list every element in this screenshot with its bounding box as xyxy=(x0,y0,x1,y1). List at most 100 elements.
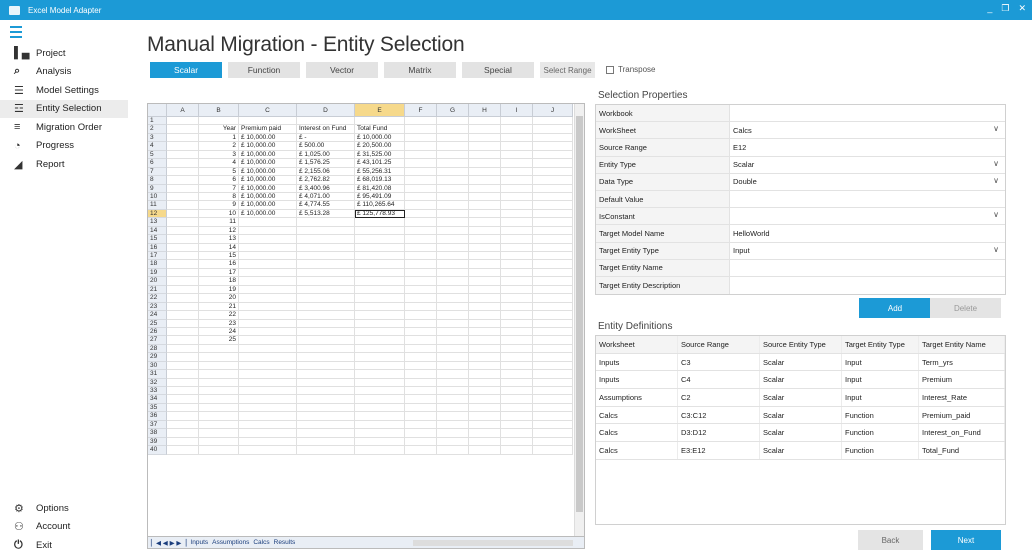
sheet-cell[interactable] xyxy=(355,429,405,438)
sheet-cell[interactable] xyxy=(355,387,405,396)
sheet-cell[interactable] xyxy=(167,302,199,312)
sheet-cell[interactable] xyxy=(355,226,405,236)
sheet-cell[interactable]: £ 4,071.00 xyxy=(297,192,355,202)
sheet-cell[interactable] xyxy=(501,403,533,413)
row-header[interactable]: 27 xyxy=(148,336,167,345)
sheet-cell[interactable] xyxy=(297,429,355,438)
sheet-cell[interactable] xyxy=(469,311,501,320)
sheet-cell[interactable] xyxy=(355,294,405,303)
sheet-cell[interactable] xyxy=(297,117,355,126)
sheet-cell[interactable]: £ 10,000.00 xyxy=(239,142,297,151)
sheet-cell[interactable] xyxy=(239,311,297,320)
sheet-cell[interactable] xyxy=(297,243,355,252)
sheet-cell[interactable]: £ 10,000.00 xyxy=(239,209,297,219)
sheet-cell[interactable] xyxy=(533,268,573,278)
sheet-cell[interactable] xyxy=(239,395,297,404)
row-header[interactable]: 12 xyxy=(148,209,167,219)
sheet-cell[interactable] xyxy=(239,117,297,126)
sheet-cell[interactable] xyxy=(469,243,501,252)
sheet-cell[interactable] xyxy=(239,437,297,447)
back-button[interactable]: Back xyxy=(858,530,923,550)
sheet-cell[interactable] xyxy=(437,133,469,143)
sheet-cell[interactable] xyxy=(167,311,199,320)
sheet-cell[interactable] xyxy=(533,260,573,269)
table-row[interactable]: Assumptions C2 Scalar Input Interest_Rate xyxy=(596,389,1005,407)
sheet-cell[interactable] xyxy=(167,117,199,126)
row-header[interactable]: 16 xyxy=(148,243,167,252)
sheet-cell[interactable] xyxy=(533,277,573,286)
sheet-cell[interactable] xyxy=(533,378,573,387)
maximize-icon[interactable]: ❐ xyxy=(1001,3,1009,14)
sheet-cell[interactable] xyxy=(297,387,355,396)
sheet-cell[interactable]: 17 xyxy=(199,268,239,278)
row-header[interactable]: 31 xyxy=(148,370,167,379)
sheet-cell[interactable] xyxy=(501,252,533,261)
sheet-cell[interactable] xyxy=(501,412,533,421)
sheet-cell[interactable] xyxy=(355,412,405,421)
sheet-cell[interactable] xyxy=(405,252,437,261)
sheet-cell[interactable] xyxy=(469,361,501,371)
row-header[interactable]: 15 xyxy=(148,235,167,244)
tab-matrix[interactable]: Matrix xyxy=(384,62,456,78)
row-header[interactable]: 19 xyxy=(148,268,167,278)
sheet-cell[interactable]: £ - xyxy=(297,133,355,143)
sheet-cell[interactable] xyxy=(199,429,239,438)
sheet-cell[interactable] xyxy=(355,218,405,227)
sheet-cell[interactable] xyxy=(437,302,469,312)
sheet-cell[interactable]: £ 2,762.82 xyxy=(297,176,355,185)
sheet-cell[interactable]: 15 xyxy=(199,252,239,261)
sidebar-item-analysis[interactable]: ⌕ Analysis xyxy=(0,63,128,82)
sheet-cell[interactable] xyxy=(405,125,437,134)
row-header[interactable]: 1 xyxy=(148,117,167,126)
sheet-cell[interactable]: 22 xyxy=(199,311,239,320)
sheet-cell[interactable]: £ 10,000.00 xyxy=(239,150,297,160)
sheet-cell[interactable] xyxy=(437,311,469,320)
table-row[interactable]: Inputs C4 Scalar Input Premium xyxy=(596,371,1005,390)
sheet-cell[interactable]: 14 xyxy=(199,243,239,252)
sheet-cell[interactable] xyxy=(533,218,573,227)
sheet-cell[interactable] xyxy=(501,226,533,236)
sheet-tab-assumptions[interactable]: Assumptions xyxy=(212,539,249,546)
sheet-cell[interactable] xyxy=(297,285,355,295)
sheet-cell[interactable] xyxy=(469,277,501,286)
sheet-cell[interactable]: Interest on Fund xyxy=(297,125,355,134)
row-header[interactable]: 7 xyxy=(148,167,167,177)
sheet-cell[interactable] xyxy=(355,403,405,413)
sheet-cell[interactable] xyxy=(469,268,501,278)
sheet-cell[interactable] xyxy=(501,285,533,295)
sheet-cell[interactable] xyxy=(469,370,501,379)
sheet-cell[interactable] xyxy=(199,412,239,421)
sheet-cell[interactable] xyxy=(405,412,437,421)
sheet-cell[interactable] xyxy=(437,437,469,447)
sheet-cell[interactable] xyxy=(199,361,239,371)
row-header[interactable]: 36 xyxy=(148,412,167,421)
sheet-cell[interactable]: 9 xyxy=(199,201,239,210)
table-row[interactable]: Inputs C3 Scalar Input Term_yrs xyxy=(596,353,1005,372)
sheet-cell[interactable] xyxy=(239,412,297,421)
sheet-cell[interactable] xyxy=(167,403,199,413)
sheet-cell[interactable] xyxy=(297,294,355,303)
sheet-cell[interactable]: 21 xyxy=(199,302,239,312)
sheet-cell[interactable] xyxy=(355,378,405,387)
sheet-cell[interactable] xyxy=(167,218,199,227)
sheet-cell[interactable] xyxy=(167,446,199,455)
sheet-cell[interactable] xyxy=(501,260,533,269)
sheet-cell[interactable] xyxy=(239,344,297,354)
sheet-cell[interactable]: 16 xyxy=(199,260,239,269)
sheet-cell[interactable] xyxy=(501,176,533,185)
sheet-cell[interactable] xyxy=(239,387,297,396)
sheet-cell[interactable]: 7 xyxy=(199,184,239,193)
sheet-cell[interactable]: £ 55,256.31 xyxy=(355,167,405,177)
sheet-cell[interactable] xyxy=(167,167,199,177)
sheet-cell[interactable] xyxy=(501,361,533,371)
sheet-cell[interactable] xyxy=(501,159,533,168)
sheet-cell[interactable] xyxy=(297,336,355,345)
sheet-cell[interactable] xyxy=(239,327,297,337)
sheet-cell[interactable] xyxy=(469,201,501,210)
sheet-cell[interactable] xyxy=(239,226,297,236)
sheet-cell[interactable] xyxy=(297,302,355,312)
sidebar-item-progress[interactable]: ◔ Progress xyxy=(0,137,128,156)
sheet-cell[interactable] xyxy=(533,429,573,438)
sheet-cell[interactable] xyxy=(437,403,469,413)
sheet-cell[interactable] xyxy=(167,243,199,252)
